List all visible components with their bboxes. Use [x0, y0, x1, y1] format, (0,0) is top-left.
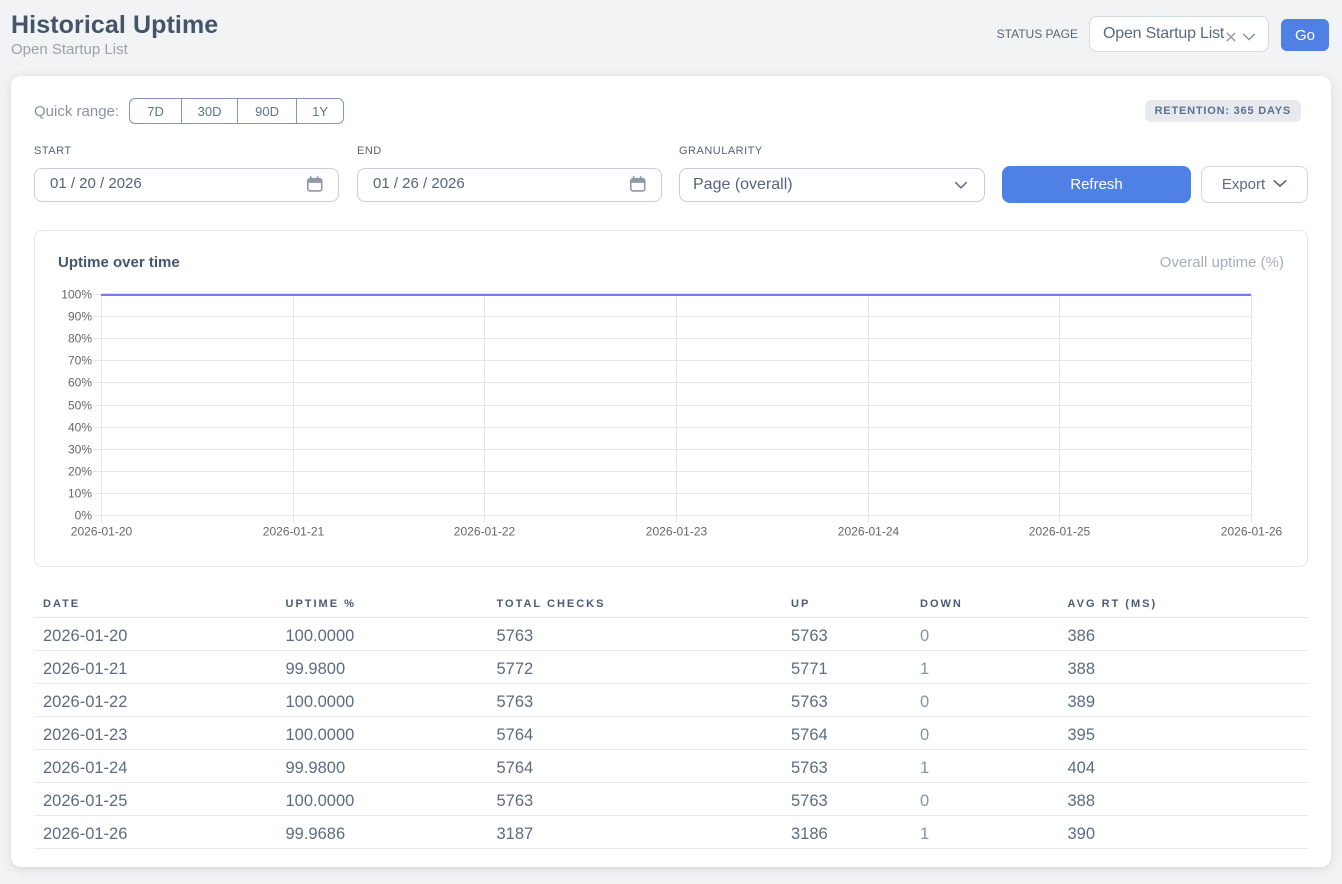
svg-text:2026-01-23: 2026-01-23: [646, 525, 708, 539]
svg-text:2026-01-25: 2026-01-25: [1029, 525, 1091, 539]
svg-text:60%: 60%: [68, 376, 92, 390]
svg-text:2026-01-20: 2026-01-20: [71, 525, 133, 539]
svg-text:0%: 0%: [75, 509, 93, 523]
svg-text:2026-01-21: 2026-01-21: [263, 525, 325, 539]
svg-text:90%: 90%: [68, 310, 92, 324]
svg-text:50%: 50%: [68, 399, 92, 413]
svg-text:2026-01-26: 2026-01-26: [1221, 525, 1283, 539]
svg-text:2026-01-24: 2026-01-24: [838, 525, 900, 539]
svg-text:80%: 80%: [68, 332, 92, 346]
svg-text:20%: 20%: [68, 465, 92, 479]
svg-text:2026-01-22: 2026-01-22: [454, 525, 516, 539]
svg-text:40%: 40%: [68, 421, 92, 435]
svg-text:30%: 30%: [68, 443, 92, 457]
svg-text:100%: 100%: [61, 288, 92, 302]
svg-text:10%: 10%: [68, 487, 92, 501]
svg-text:70%: 70%: [68, 354, 92, 368]
